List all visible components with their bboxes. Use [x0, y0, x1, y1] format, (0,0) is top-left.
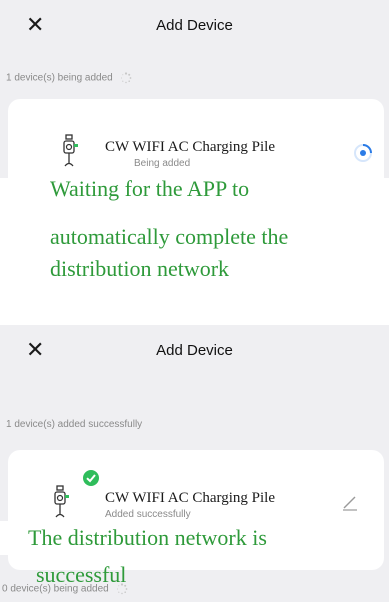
success-check-icon	[83, 470, 99, 486]
charger-device-icon	[54, 485, 69, 518]
added-count-text: 1 device(s) added successfully	[6, 419, 143, 430]
annotation-waiting: Waiting for the APP to automatically com…	[50, 173, 288, 285]
annotation-success: The distribution network is	[28, 522, 267, 554]
edit-pencil-icon[interactable]	[340, 492, 360, 512]
add-device-screen-adding: ✕ Add Device 1 device(s) being added CW …	[0, 0, 389, 300]
adding-count-row: 1 device(s) being added	[6, 72, 132, 84]
adding-count-text: 0 device(s) being added	[2, 583, 109, 595]
loading-spinner-icon	[120, 72, 131, 84]
top-bar: ✕ Add Device	[0, 0, 389, 50]
top-bar: ✕ Add Device	[0, 325, 389, 375]
charger-device-icon	[63, 134, 78, 167]
annotation-line: distribution network	[50, 256, 230, 281]
device-status: Being added	[134, 158, 191, 169]
annotation-line: Waiting for the APP to	[50, 176, 250, 201]
adding-count-text: 1 device(s) being added	[6, 72, 113, 84]
device-name: CW WIFI AC Charging Pile	[105, 139, 276, 155]
adding-count-row: 0 device(s) being added	[2, 583, 128, 595]
separator	[0, 300, 389, 325]
device-status: Added successfully	[105, 509, 191, 520]
add-device-screen-success: ✕ Add Device 1 device(s) added successfu…	[0, 325, 389, 602]
loading-spinner-icon	[116, 583, 127, 595]
annotation-line: automatically complete the	[50, 224, 289, 249]
annotation-line: The distribution network is	[28, 525, 267, 550]
device-name: CW WIFI AC Charging Pile	[105, 490, 276, 506]
progress-spinner-icon	[354, 144, 372, 162]
page-title: Add Device	[156, 17, 233, 34]
page-title: Add Device	[156, 342, 233, 359]
